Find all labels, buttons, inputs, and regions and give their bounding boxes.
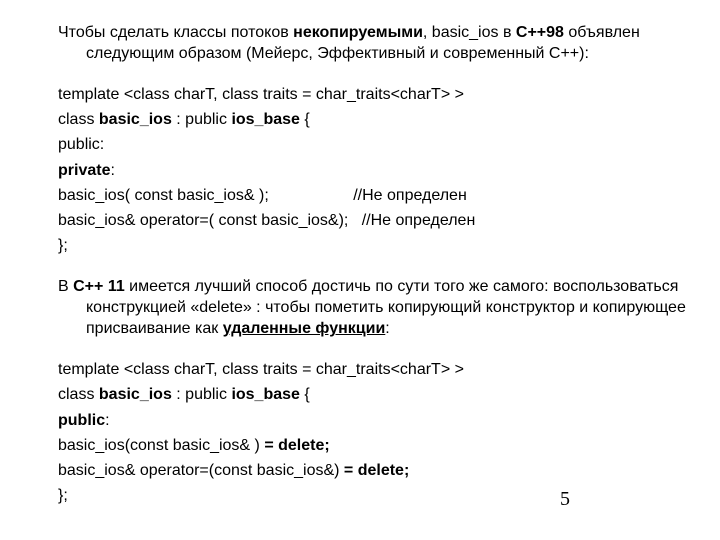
- paragraph-intro-98: Чтобы сделать классы потоков некопируемы…: [58, 22, 692, 64]
- code-class-decl-98: class basic_ios : public ios_base {: [58, 109, 692, 130]
- slide-body: Чтобы сделать классы потоков некопируемы…: [0, 0, 720, 540]
- text-bold: ios_base: [231, 111, 299, 128]
- paragraph-intro-11: В С++ 11 имеется лучший способ достичь п…: [58, 276, 692, 339]
- text-bold: = delete;: [344, 462, 409, 479]
- text-bold: basic_ios: [99, 386, 172, 403]
- text: class: [58, 111, 99, 128]
- code-close-brace: };: [58, 235, 692, 256]
- text: : public: [172, 386, 232, 403]
- text: , basic_ios в: [423, 24, 516, 41]
- text: : public: [172, 111, 232, 128]
- code-template-line-2: template <class charT, class traits = ch…: [58, 359, 692, 380]
- spacer: [58, 260, 692, 276]
- code-public-label: public:: [58, 134, 692, 155]
- text: Чтобы сделать классы потоков: [58, 24, 293, 41]
- spacer: [58, 68, 692, 84]
- text: {: [300, 386, 310, 403]
- text: В: [58, 278, 73, 295]
- code-close-brace-2: };: [58, 485, 692, 506]
- text-bold: public: [58, 412, 105, 429]
- text: :: [110, 162, 114, 179]
- text: :: [385, 320, 389, 337]
- code-assign-11: basic_ios& operator=(const basic_ios&) =…: [58, 460, 692, 481]
- text: basic_ios& operator=(const basic_ios&): [58, 462, 344, 479]
- text-bold: basic_ios: [99, 111, 172, 128]
- text-bold: ios_base: [231, 386, 299, 403]
- page-number: 5: [560, 486, 570, 512]
- code-template-line: template <class charT, class traits = ch…: [58, 84, 692, 105]
- code-assign-98: basic_ios& operator=( const basic_ios&);…: [58, 210, 692, 231]
- text: basic_ios(const basic_ios& ): [58, 437, 264, 454]
- text: {: [300, 111, 310, 128]
- text-bold: private: [58, 162, 110, 179]
- text-bold: некопируемыми: [293, 24, 423, 41]
- code-copy-ctor-11: basic_ios(const basic_ios& ) = delete;: [58, 435, 692, 456]
- text-bold: = delete;: [264, 437, 329, 454]
- text-bold-underline: удаленные функции: [223, 320, 386, 337]
- text: class: [58, 386, 99, 403]
- code-public-label-2: public:: [58, 410, 692, 431]
- text-bold: С++ 11: [73, 278, 125, 295]
- code-private-label: private:: [58, 160, 692, 181]
- code-class-decl-11: class basic_ios : public ios_base {: [58, 384, 692, 405]
- text: :: [105, 412, 109, 429]
- text-bold: С++98: [516, 24, 564, 41]
- spacer: [58, 343, 692, 359]
- code-copy-ctor-98: basic_ios( const basic_ios& ); //Не опре…: [58, 185, 692, 206]
